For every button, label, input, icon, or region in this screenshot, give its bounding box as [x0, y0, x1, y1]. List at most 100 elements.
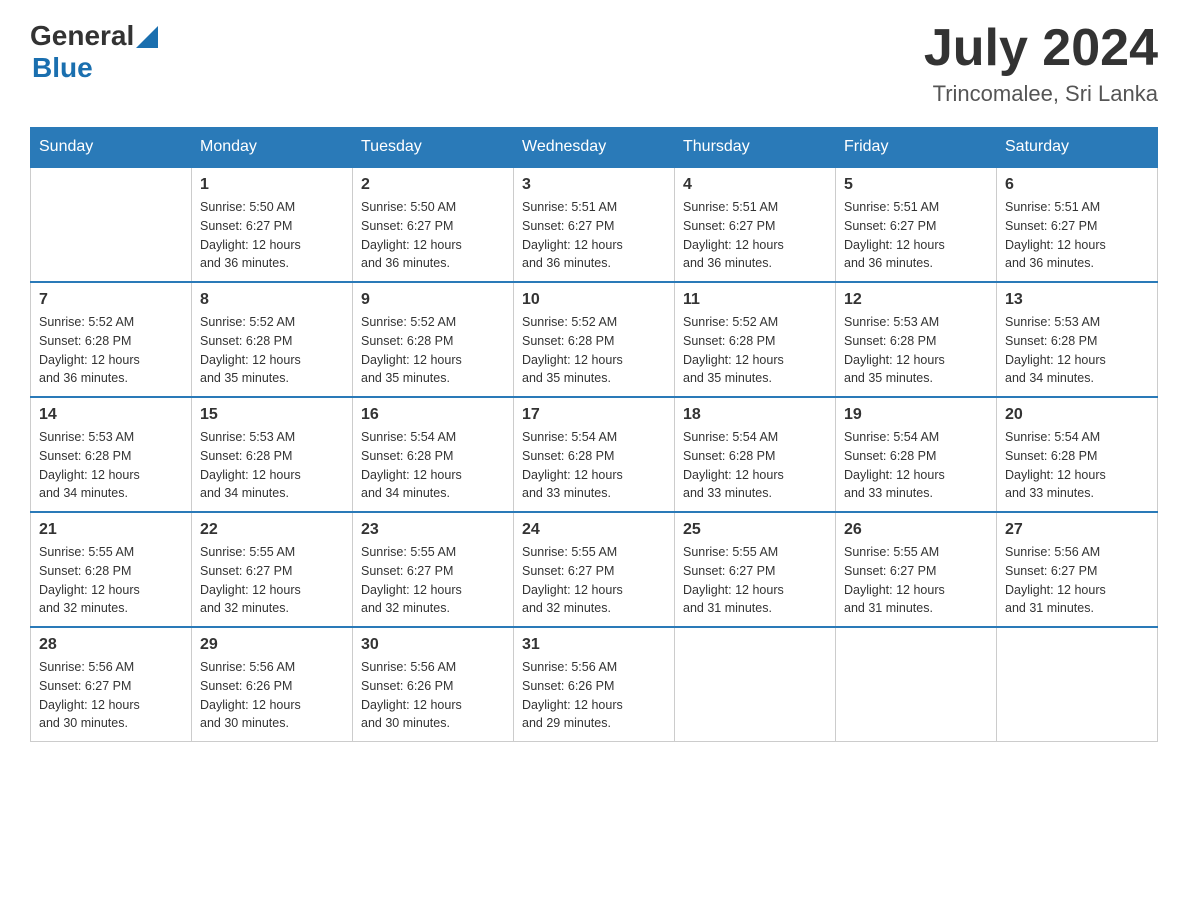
- day-info: Sunrise: 5:51 AM Sunset: 6:27 PM Dayligh…: [522, 198, 666, 273]
- day-info: Sunrise: 5:51 AM Sunset: 6:27 PM Dayligh…: [683, 198, 827, 273]
- day-number: 29: [200, 636, 344, 654]
- calendar-cell: 21Sunrise: 5:55 AM Sunset: 6:28 PM Dayli…: [31, 512, 192, 627]
- day-number: 19: [844, 406, 988, 424]
- day-number: 15: [200, 406, 344, 424]
- day-number: 28: [39, 636, 183, 654]
- day-number: 16: [361, 406, 505, 424]
- calendar-cell: 10 Sunrise: 5:52 AM Sunset: 6:28 PM Dayli…: [514, 282, 675, 397]
- day-number: 7: [39, 291, 183, 309]
- calendar-cell: 3Sunrise: 5:51 AM Sunset: 6:27 PM Daylig…: [514, 167, 675, 282]
- day-number: 11: [683, 291, 827, 309]
- header-day-friday: Friday: [836, 128, 997, 168]
- calendar-cell: [675, 627, 836, 742]
- week-row-1: 7 Sunrise: 5:52 AM Sunset: 6:28 PM Daylig…: [31, 282, 1158, 397]
- calendar-cell: 28 Sunrise: 5:56 AM Sunset: 6:27 PM Dayli…: [31, 627, 192, 742]
- calendar-cell: 30Sunrise: 5:56 AM Sunset: 6:26 PM Dayli…: [353, 627, 514, 742]
- day-number: 8: [200, 291, 344, 309]
- calendar-cell: 26Sunrise: 5:55 AM Sunset: 6:27 PM Dayli…: [836, 512, 997, 627]
- day-info: Sunrise: 5:55 AM Sunset: 6:27 PM Dayligh…: [522, 543, 666, 618]
- day-info: Sunrise: 5:54 AM Sunset: 6:28 PM Dayligh…: [1005, 428, 1149, 503]
- title-section: July 2024 Trincomalee, Sri Lanka: [924, 20, 1158, 107]
- calendar-cell: 22Sunrise: 5:55 AM Sunset: 6:27 PM Dayli…: [192, 512, 353, 627]
- calendar-cell: 17 Sunrise: 5:54 AM Sunset: 6:28 PM Dayli…: [514, 397, 675, 512]
- week-row-4: 28 Sunrise: 5:56 AM Sunset: 6:27 PM Dayli…: [31, 627, 1158, 742]
- logo-general-text: General: [30, 20, 134, 52]
- day-info: Sunrise: 5:52 AM Sunset: 6:28 PM Dayligh…: [522, 313, 666, 388]
- day-info: Sunrise: 5:50 AM Sunset: 6:27 PM Dayligh…: [361, 198, 505, 273]
- day-info: Sunrise: 5:56 AM Sunset: 6:26 PM Dayligh…: [522, 658, 666, 733]
- day-number: 2: [361, 176, 505, 194]
- calendar-cell: 11 Sunrise: 5:52 AM Sunset: 6:28 PM Dayli…: [675, 282, 836, 397]
- logo: General Blue: [30, 20, 158, 84]
- day-info: Sunrise: 5:54 AM Sunset: 6:28 PM Dayligh…: [361, 428, 505, 503]
- location-title: Trincomalee, Sri Lanka: [924, 81, 1158, 107]
- calendar-cell: [836, 627, 997, 742]
- header-day-monday: Monday: [192, 128, 353, 168]
- day-info: Sunrise: 5:53 AM Sunset: 6:28 PM Dayligh…: [200, 428, 344, 503]
- day-number: 27: [1005, 521, 1149, 539]
- calendar-cell: [997, 627, 1158, 742]
- day-number: 20: [1005, 406, 1149, 424]
- page-header: General Blue July 2024 Trincomalee, Sri …: [30, 20, 1158, 107]
- calendar-cell: 13Sunrise: 5:53 AM Sunset: 6:28 PM Dayli…: [997, 282, 1158, 397]
- calendar-cell: 1 Sunrise: 5:50 AM Sunset: 6:27 PM Daylig…: [192, 167, 353, 282]
- calendar-cell: 5 Sunrise: 5:51 AM Sunset: 6:27 PM Daylig…: [836, 167, 997, 282]
- day-info: Sunrise: 5:55 AM Sunset: 6:27 PM Dayligh…: [844, 543, 988, 618]
- day-info: Sunrise: 5:51 AM Sunset: 6:27 PM Dayligh…: [1005, 198, 1149, 273]
- day-info: Sunrise: 5:56 AM Sunset: 6:26 PM Dayligh…: [200, 658, 344, 733]
- week-row-3: 21Sunrise: 5:55 AM Sunset: 6:28 PM Dayli…: [31, 512, 1158, 627]
- day-info: Sunrise: 5:53 AM Sunset: 6:28 PM Dayligh…: [1005, 313, 1149, 388]
- day-number: 10: [522, 291, 666, 309]
- logo-blue-text: Blue: [32, 52, 93, 83]
- day-info: Sunrise: 5:50 AM Sunset: 6:27 PM Dayligh…: [200, 198, 344, 273]
- day-number: 25: [683, 521, 827, 539]
- day-number: 9: [361, 291, 505, 309]
- day-number: 18: [683, 406, 827, 424]
- day-info: Sunrise: 5:51 AM Sunset: 6:27 PM Dayligh…: [844, 198, 988, 273]
- day-number: 21: [39, 521, 183, 539]
- calendar-cell: [31, 167, 192, 282]
- day-info: Sunrise: 5:55 AM Sunset: 6:27 PM Dayligh…: [683, 543, 827, 618]
- calendar-cell: 8Sunrise: 5:52 AM Sunset: 6:28 PM Daylig…: [192, 282, 353, 397]
- day-info: Sunrise: 5:52 AM Sunset: 6:28 PM Dayligh…: [361, 313, 505, 388]
- day-info: Sunrise: 5:54 AM Sunset: 6:28 PM Dayligh…: [683, 428, 827, 503]
- header-day-saturday: Saturday: [997, 128, 1158, 168]
- day-info: Sunrise: 5:53 AM Sunset: 6:28 PM Dayligh…: [844, 313, 988, 388]
- week-row-2: 14Sunrise: 5:53 AM Sunset: 6:28 PM Dayli…: [31, 397, 1158, 512]
- calendar-cell: 31Sunrise: 5:56 AM Sunset: 6:26 PM Dayli…: [514, 627, 675, 742]
- calendar-cell: 14Sunrise: 5:53 AM Sunset: 6:28 PM Dayli…: [31, 397, 192, 512]
- calendar-cell: 19 Sunrise: 5:54 AM Sunset: 6:28 PM Dayli…: [836, 397, 997, 512]
- day-number: 12: [844, 291, 988, 309]
- calendar-cell: 23 Sunrise: 5:55 AM Sunset: 6:27 PM Dayli…: [353, 512, 514, 627]
- day-number: 5: [844, 176, 988, 194]
- header-day-tuesday: Tuesday: [353, 128, 514, 168]
- day-info: Sunrise: 5:54 AM Sunset: 6:28 PM Dayligh…: [844, 428, 988, 503]
- calendar-cell: 2 Sunrise: 5:50 AM Sunset: 6:27 PM Daylig…: [353, 167, 514, 282]
- header-day-thursday: Thursday: [675, 128, 836, 168]
- header-row: SundayMondayTuesdayWednesdayThursdayFrid…: [31, 128, 1158, 168]
- calendar-cell: 27Sunrise: 5:56 AM Sunset: 6:27 PM Dayli…: [997, 512, 1158, 627]
- calendar-cell: 24 Sunrise: 5:55 AM Sunset: 6:27 PM Dayli…: [514, 512, 675, 627]
- calendar-cell: 6 Sunrise: 5:51 AM Sunset: 6:27 PM Daylig…: [997, 167, 1158, 282]
- calendar-body: 1 Sunrise: 5:50 AM Sunset: 6:27 PM Daylig…: [31, 167, 1158, 742]
- logo-triangle-icon: [136, 26, 158, 48]
- day-number: 22: [200, 521, 344, 539]
- day-number: 17: [522, 406, 666, 424]
- calendar-cell: 25 Sunrise: 5:55 AM Sunset: 6:27 PM Dayli…: [675, 512, 836, 627]
- day-number: 1: [200, 176, 344, 194]
- day-number: 4: [683, 176, 827, 194]
- calendar-title: July 2024: [924, 20, 1158, 77]
- calendar-cell: 20 Sunrise: 5:54 AM Sunset: 6:28 PM Dayli…: [997, 397, 1158, 512]
- day-info: Sunrise: 5:52 AM Sunset: 6:28 PM Dayligh…: [39, 313, 183, 388]
- day-number: 6: [1005, 176, 1149, 194]
- day-info: Sunrise: 5:55 AM Sunset: 6:27 PM Dayligh…: [361, 543, 505, 618]
- day-info: Sunrise: 5:52 AM Sunset: 6:28 PM Dayligh…: [683, 313, 827, 388]
- header-day-sunday: Sunday: [31, 128, 192, 168]
- day-info: Sunrise: 5:53 AM Sunset: 6:28 PM Dayligh…: [39, 428, 183, 503]
- day-number: 23: [361, 521, 505, 539]
- calendar-cell: 18 Sunrise: 5:54 AM Sunset: 6:28 PM Dayli…: [675, 397, 836, 512]
- day-number: 24: [522, 521, 666, 539]
- calendar-cell: 12 Sunrise: 5:53 AM Sunset: 6:28 PM Dayli…: [836, 282, 997, 397]
- day-info: Sunrise: 5:54 AM Sunset: 6:28 PM Dayligh…: [522, 428, 666, 503]
- day-info: Sunrise: 5:56 AM Sunset: 6:27 PM Dayligh…: [39, 658, 183, 733]
